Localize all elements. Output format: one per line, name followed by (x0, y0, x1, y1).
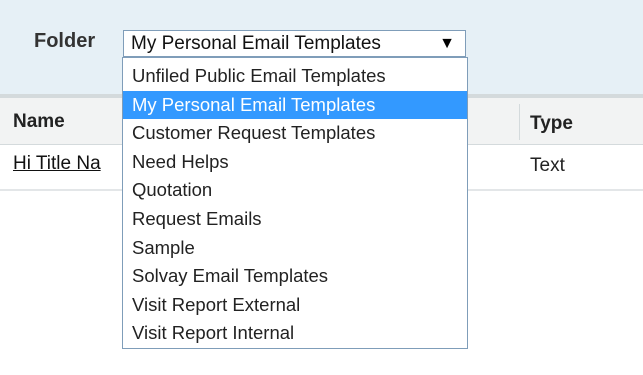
folder-option-sample[interactable]: Sample (123, 234, 467, 263)
template-type-cell: Text (530, 155, 565, 176)
folder-label: Folder (34, 30, 96, 52)
column-header-name[interactable]: Name (13, 111, 65, 133)
column-divider (519, 104, 520, 140)
folder-select-value: My Personal Email Templates (131, 33, 381, 54)
folder-option-visit-report-external[interactable]: Visit Report External (123, 291, 467, 320)
folder-option-customer-request[interactable]: Customer Request Templates (123, 119, 467, 148)
folder-select[interactable]: My Personal Email Templates ▼ (123, 30, 466, 57)
folder-option-solvay[interactable]: Solvay Email Templates (123, 262, 467, 291)
folder-option-my-personal[interactable]: My Personal Email Templates (123, 90, 467, 120)
column-header-type[interactable]: Type (530, 113, 573, 135)
folder-dropdown-list: Unfiled Public Email Templates My Person… (122, 57, 468, 349)
email-templates-page: Folder My Personal Email Templates ▼ Nam… (0, 0, 643, 375)
folder-option-quotation[interactable]: Quotation (123, 176, 467, 205)
folder-option-visit-report-internal[interactable]: Visit Report Internal (123, 319, 467, 348)
template-name-link[interactable]: Hi Title Na (13, 153, 123, 175)
folder-option-unfiled-public[interactable]: Unfiled Public Email Templates (123, 62, 467, 91)
folder-option-request-emails[interactable]: Request Emails (123, 205, 467, 234)
folder-option-need-helps[interactable]: Need Helps (123, 148, 467, 177)
triangle-down-icon[interactable]: ▼ (439, 31, 455, 56)
